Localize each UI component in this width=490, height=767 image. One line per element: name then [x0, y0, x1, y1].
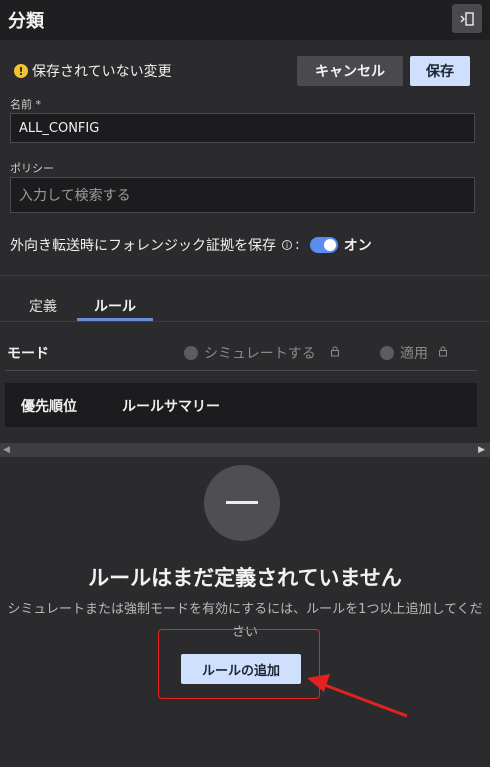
- annotation-arrow: [307, 674, 408, 718]
